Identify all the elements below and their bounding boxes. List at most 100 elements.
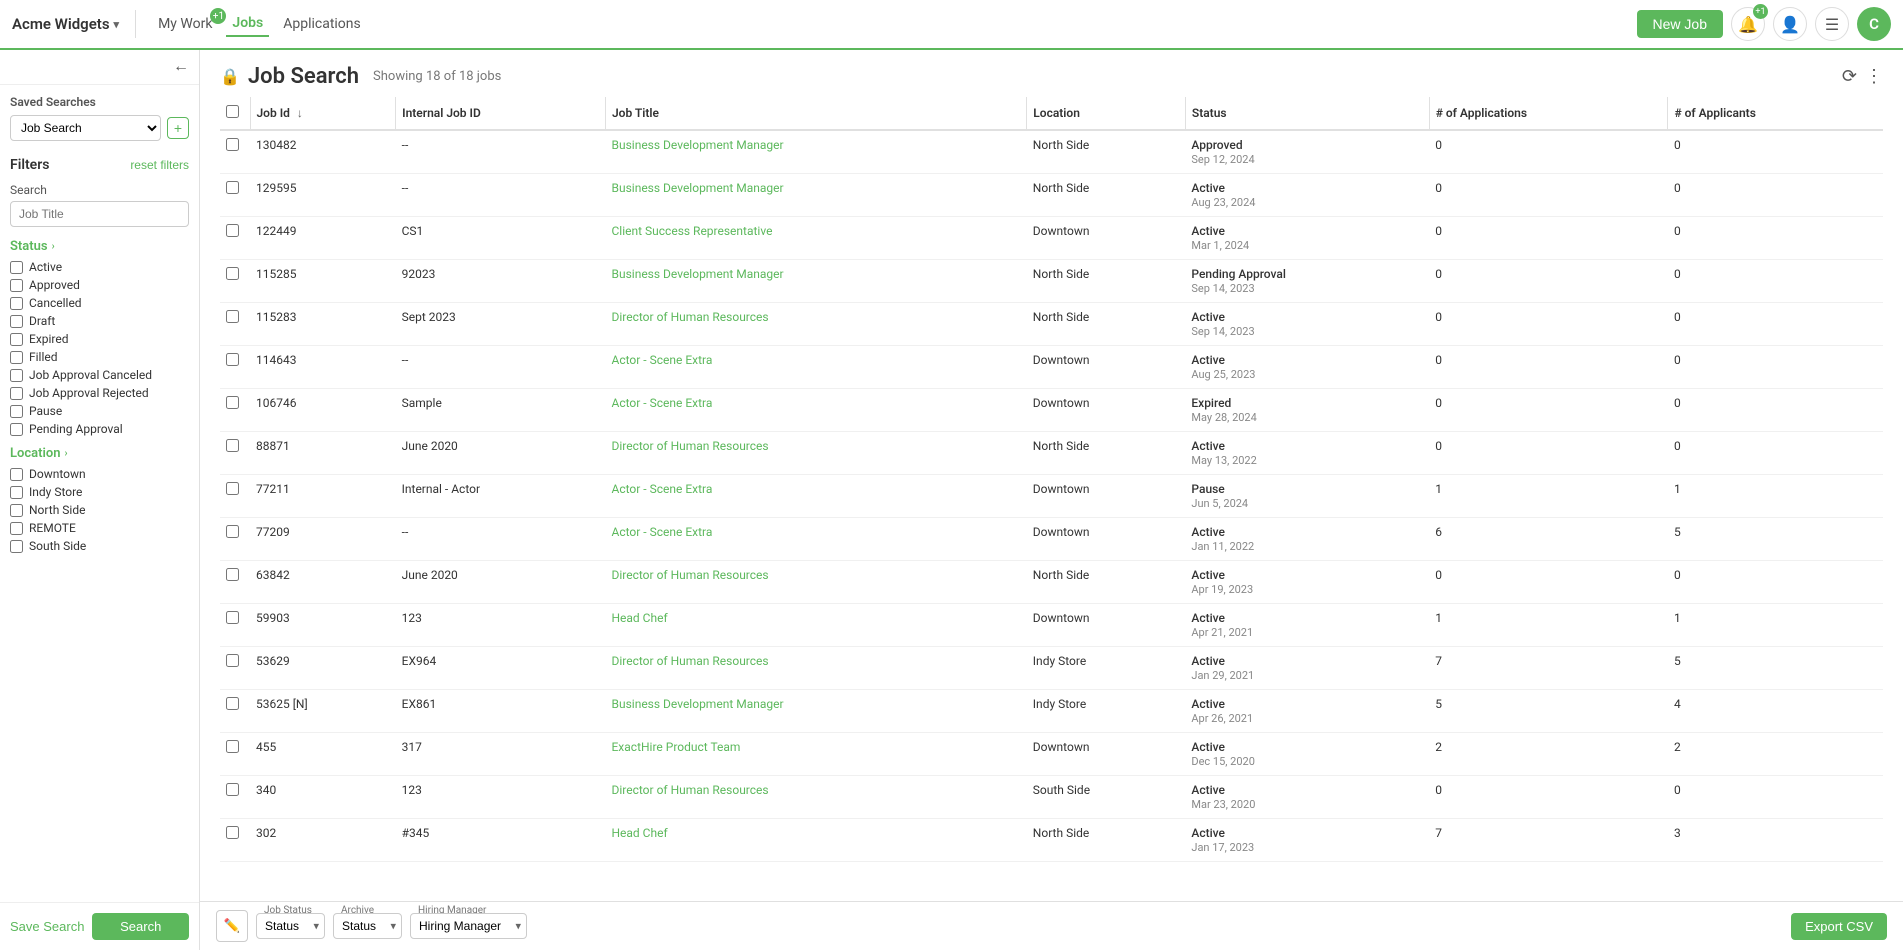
row-job-title[interactable]: Actor - Scene Extra (605, 475, 1026, 518)
saved-search-select[interactable]: Job Search (10, 115, 161, 141)
row-job-title[interactable]: Business Development Manager (605, 130, 1026, 174)
row-job-title[interactable]: ExactHire Product Team (605, 733, 1026, 776)
location-checkbox[interactable] (10, 540, 23, 553)
row-checkbox[interactable] (226, 396, 239, 409)
status-filter-item[interactable]: Job Approval Rejected (10, 386, 189, 400)
row-job-title[interactable]: Actor - Scene Extra (605, 518, 1026, 561)
row-checkbox[interactable] (226, 224, 239, 237)
status-checkbox[interactable] (10, 333, 23, 346)
location-filter-item[interactable]: South Side (10, 539, 189, 553)
sidebar-collapse-button[interactable]: ← (173, 58, 189, 76)
row-checkbox[interactable] (226, 525, 239, 538)
status-filter-item[interactable]: Job Approval Canceled (10, 368, 189, 382)
table-row[interactable]: 130482 -- Business Development Manager N… (220, 130, 1883, 174)
status-filter-item[interactable]: Cancelled (10, 296, 189, 310)
status-filter-item[interactable]: Expired (10, 332, 189, 346)
user-profile-button[interactable]: 👤 (1773, 7, 1807, 41)
table-row[interactable]: 455 317 ExactHire Product Team Downtown … (220, 733, 1883, 776)
table-row[interactable]: 77209 -- Actor - Scene Extra Downtown Ac… (220, 518, 1883, 561)
location-filter-item[interactable]: Indy Store (10, 485, 189, 499)
new-job-button[interactable]: New Job (1637, 10, 1723, 38)
row-checkbox[interactable] (226, 568, 239, 581)
row-checkbox[interactable] (226, 181, 239, 194)
status-filter-item[interactable]: Draft (10, 314, 189, 328)
row-checkbox[interactable] (226, 138, 239, 151)
row-checkbox[interactable] (226, 826, 239, 839)
select-all-checkbox[interactable] (226, 105, 239, 118)
location-checkbox[interactable] (10, 504, 23, 517)
location-filter-header[interactable]: Location › (10, 446, 189, 461)
row-checkbox-cell[interactable] (220, 690, 250, 733)
row-job-title[interactable]: Actor - Scene Extra (605, 389, 1026, 432)
hiring-manager-select[interactable]: Hiring Manager (410, 913, 527, 939)
row-checkbox-cell[interactable] (220, 303, 250, 346)
export-csv-button[interactable]: Export CSV (1791, 913, 1887, 940)
select-all-header[interactable] (220, 97, 250, 130)
row-job-title[interactable]: Actor - Scene Extra (605, 346, 1026, 389)
row-checkbox-cell[interactable] (220, 604, 250, 647)
status-checkbox[interactable] (10, 351, 23, 364)
status-checkbox[interactable] (10, 261, 23, 274)
table-row[interactable]: 114643 -- Actor - Scene Extra Downtown A… (220, 346, 1883, 389)
status-checkbox[interactable] (10, 279, 23, 292)
archive-status-select[interactable]: Status (333, 913, 402, 939)
table-row[interactable]: 115283 Sept 2023 Director of Human Resou… (220, 303, 1883, 346)
row-checkbox-cell[interactable] (220, 260, 250, 303)
row-job-title[interactable]: Director of Human Resources (605, 303, 1026, 346)
more-options-button[interactable]: ⋮ (1865, 66, 1883, 87)
table-row[interactable]: 302 #345 Head Chef North Side ActiveJan … (220, 819, 1883, 862)
user-avatar[interactable]: C (1857, 7, 1891, 41)
job-status-dropdown[interactable]: Job Status Status (256, 913, 325, 939)
menu-button[interactable]: ☰ (1815, 7, 1849, 41)
status-checkbox[interactable] (10, 369, 23, 382)
status-checkbox[interactable] (10, 297, 23, 310)
col-internal-job-id[interactable]: Internal Job ID (396, 97, 606, 130)
row-job-title[interactable]: Business Development Manager (605, 174, 1026, 217)
row-checkbox-cell[interactable] (220, 647, 250, 690)
row-job-title[interactable]: Director of Human Resources (605, 647, 1026, 690)
status-checkbox[interactable] (10, 387, 23, 400)
row-checkbox-cell[interactable] (220, 174, 250, 217)
row-checkbox[interactable] (226, 611, 239, 624)
location-filter-item[interactable]: Downtown (10, 467, 189, 481)
row-checkbox[interactable] (226, 740, 239, 753)
col-status[interactable]: Status (1185, 97, 1429, 130)
table-row[interactable]: 122449 CS1 Client Success Representative… (220, 217, 1883, 260)
brand-logo[interactable]: Acme Widgets ▾ (12, 15, 119, 33)
table-row[interactable]: 59903 123 Head Chef Downtown ActiveApr 2… (220, 604, 1883, 647)
row-checkbox-cell[interactable] (220, 217, 250, 260)
col-applicants[interactable]: # of Applicants (1668, 97, 1883, 130)
row-checkbox[interactable] (226, 482, 239, 495)
row-checkbox-cell[interactable] (220, 389, 250, 432)
reset-filters-button[interactable]: reset filters (130, 158, 189, 172)
row-checkbox-cell[interactable] (220, 346, 250, 389)
row-checkbox-cell[interactable] (220, 733, 250, 776)
job-status-select[interactable]: Status (256, 913, 325, 939)
col-location[interactable]: Location (1027, 97, 1186, 130)
location-checkbox[interactable] (10, 522, 23, 535)
col-job-id[interactable]: Job Id ↓ (250, 97, 396, 130)
status-filter-item[interactable]: Pause (10, 404, 189, 418)
row-job-title[interactable]: Business Development Manager (605, 260, 1026, 303)
status-checkbox[interactable] (10, 315, 23, 328)
refresh-button[interactable]: ⟳ (1842, 66, 1857, 87)
archive-status-dropdown[interactable]: Archive Status Status (333, 913, 402, 939)
location-filter-item[interactable]: REMOTE (10, 521, 189, 535)
table-row[interactable]: 340 123 Director of Human Resources Sout… (220, 776, 1883, 819)
row-checkbox-cell[interactable] (220, 475, 250, 518)
col-job-title[interactable]: Job Title (605, 97, 1026, 130)
notifications-button[interactable]: 🔔 +1 (1731, 7, 1765, 41)
status-filter-header[interactable]: Status › (10, 239, 189, 254)
table-row[interactable]: 88871 June 2020 Director of Human Resour… (220, 432, 1883, 475)
row-checkbox-cell[interactable] (220, 819, 250, 862)
table-row[interactable]: 77211 Internal - Actor Actor - Scene Ext… (220, 475, 1883, 518)
table-row[interactable]: 53629 EX964 Director of Human Resources … (220, 647, 1883, 690)
search-button[interactable]: Search (92, 913, 189, 940)
nav-my-work[interactable]: My Work +1 (152, 12, 218, 36)
row-checkbox[interactable] (226, 697, 239, 710)
row-checkbox[interactable] (226, 439, 239, 452)
row-checkbox-cell[interactable] (220, 561, 250, 604)
status-filter-item[interactable]: Approved (10, 278, 189, 292)
edit-button[interactable]: ✏️ (216, 910, 248, 942)
table-row[interactable]: 53625 [N] EX861 Business Development Man… (220, 690, 1883, 733)
